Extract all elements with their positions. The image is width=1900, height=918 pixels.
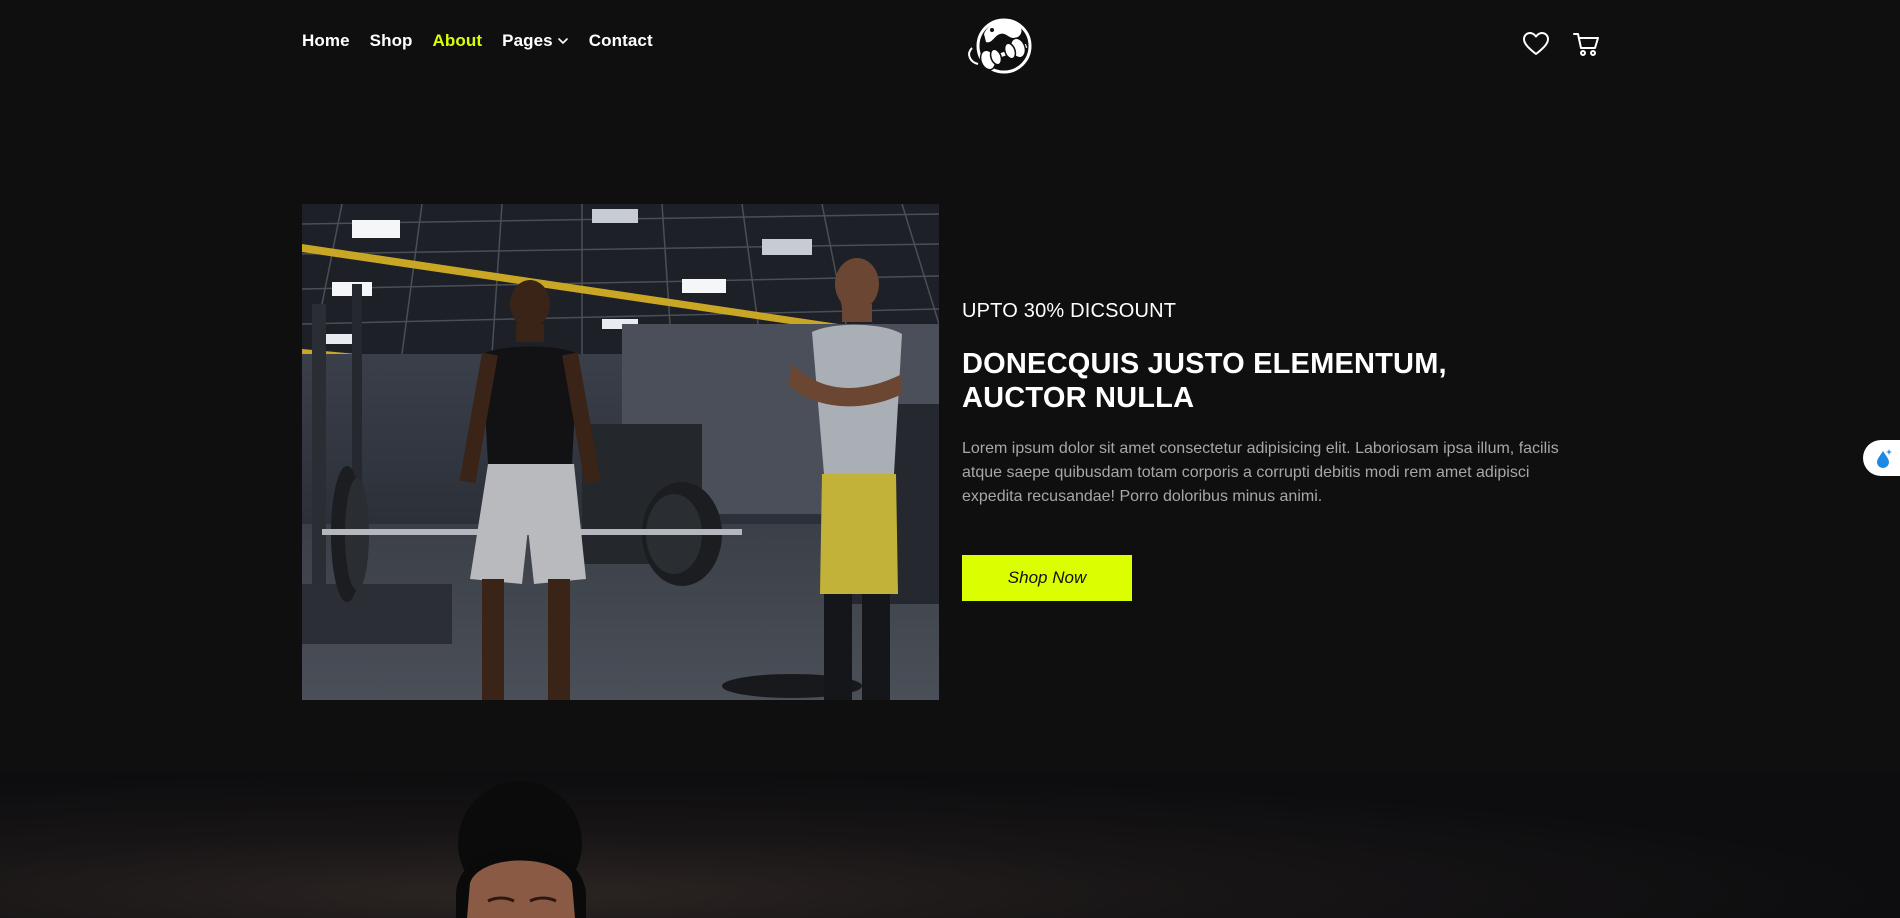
nav-home[interactable]: Home bbox=[302, 31, 350, 51]
hero-subtitle: UPTO 30% DICSOUNT bbox=[962, 300, 1177, 322]
next-section-banner bbox=[0, 773, 1900, 918]
hero-content: UPTO 30% DICSOUNT DONECQUIS JUSTO ELEMEN… bbox=[962, 300, 1562, 602]
site-header: Home Shop About Pages Contact bbox=[0, 0, 1900, 90]
gym-trainer-deadlift-photo bbox=[302, 204, 939, 700]
nav-pages-label: Pages bbox=[502, 31, 553, 50]
gym-dumbbell-logo-icon[interactable] bbox=[962, 10, 1044, 78]
cart-icon[interactable] bbox=[1572, 30, 1600, 58]
main-nav: Home Shop About Pages Contact bbox=[302, 31, 673, 51]
header-actions bbox=[1522, 30, 1600, 58]
hero-title: DONECQUIS JUSTO ELEMENTUM, AUCTOR NULLA bbox=[962, 348, 1447, 415]
nav-pages[interactable]: Pages bbox=[502, 31, 569, 51]
water-drop-sparkle-icon bbox=[1877, 449, 1892, 468]
accessibility-widget-button[interactable] bbox=[1863, 440, 1900, 476]
nav-about[interactable]: About bbox=[433, 31, 483, 51]
nav-shop[interactable]: Shop bbox=[370, 31, 413, 51]
heart-icon[interactable] bbox=[1522, 30, 1550, 58]
shop-now-button[interactable]: Shop Now bbox=[962, 555, 1132, 602]
hero-description: Lorem ipsum dolor sit amet consectetur a… bbox=[962, 440, 1559, 506]
woman-portrait-image bbox=[456, 781, 586, 918]
nav-contact[interactable]: Contact bbox=[589, 31, 653, 51]
chevron-down-icon bbox=[557, 38, 568, 44]
